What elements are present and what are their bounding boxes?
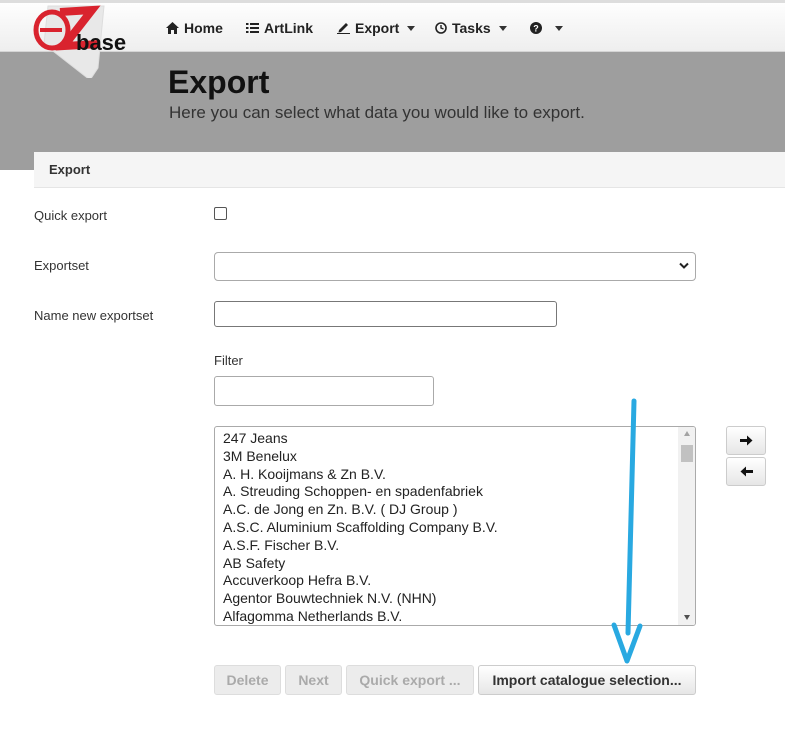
quick-export-checkbox[interactable] bbox=[214, 207, 227, 220]
quick-export-label: Quick export bbox=[34, 208, 107, 223]
list-item[interactable]: A.C. de Jong en Zn. B.V. ( DJ Group ) bbox=[223, 501, 498, 519]
list-item[interactable]: AB Safety bbox=[223, 555, 498, 573]
page-subtitle: Here you can select what data you would … bbox=[169, 103, 585, 122]
list-item[interactable]: A.S.F. Fischer B.V. bbox=[223, 537, 498, 555]
name-new-exportset-label: Name new exportset bbox=[34, 308, 154, 323]
import-catalogue-selection-button[interactable]: Import catalogue selection... bbox=[478, 665, 696, 695]
panel-header: Export bbox=[34, 152, 785, 188]
list-item[interactable]: 3M Benelux bbox=[223, 448, 498, 466]
nav-artlink[interactable]: ArtLink bbox=[246, 19, 313, 37]
nav-help[interactable]: ? bbox=[530, 19, 563, 37]
nav-export-label: Export bbox=[355, 20, 400, 36]
nav-tasks-label: Tasks bbox=[452, 20, 491, 36]
name-new-exportset-input[interactable] bbox=[214, 301, 557, 327]
move-right-button[interactable] bbox=[726, 426, 766, 455]
nav-tasks[interactable]: Tasks bbox=[435, 19, 507, 37]
chevron-down-icon bbox=[407, 25, 416, 31]
clock-icon bbox=[435, 22, 447, 34]
exportset-label: Exportset bbox=[34, 258, 89, 273]
arrow-right-icon bbox=[739, 435, 752, 446]
exportset-select[interactable] bbox=[214, 252, 696, 281]
list-item[interactable]: A. H. Kooijmans & Zn B.V. bbox=[223, 466, 498, 484]
list-item[interactable]: Alfagomma Netherlands B.V. bbox=[223, 608, 498, 625]
list-item[interactable]: 247 Jeans bbox=[223, 430, 498, 448]
filter-input[interactable] bbox=[214, 376, 434, 406]
move-left-button[interactable] bbox=[726, 457, 766, 486]
nav-home-label: Home bbox=[184, 20, 223, 36]
help-icon: ? bbox=[530, 22, 542, 34]
arrow-left-icon bbox=[740, 466, 753, 477]
list-item[interactable]: Accuverkoop Hefra B.V. bbox=[223, 572, 498, 590]
list-item[interactable]: A.S.C. Aluminium Scaffolding Company B.V… bbox=[223, 519, 498, 537]
logo-text: base bbox=[76, 30, 126, 55]
list-item[interactable]: A. Streuding Schoppen- en spadenfabriek bbox=[223, 483, 498, 501]
nav-export[interactable]: Export bbox=[337, 19, 416, 37]
chevron-down-icon bbox=[679, 262, 689, 269]
nav-artlink-label: ArtLink bbox=[264, 20, 313, 36]
page-title: Export bbox=[168, 64, 270, 100]
list-item[interactable]: Agentor Bouwtechniek N.V. (NHN) bbox=[223, 590, 498, 608]
home-icon bbox=[166, 22, 179, 34]
company-listbox[interactable]: 247 Jeans 3M Benelux A. H. Kooijmans & Z… bbox=[214, 426, 696, 626]
delete-button[interactable]: Delete bbox=[214, 665, 281, 695]
quick-export-button[interactable]: Quick export ... bbox=[346, 665, 474, 695]
filter-label: Filter bbox=[214, 353, 243, 368]
chevron-down-icon bbox=[498, 25, 507, 31]
scroll-down-icon[interactable] bbox=[684, 615, 690, 620]
scroll-up-icon[interactable] bbox=[684, 431, 690, 436]
export-icon bbox=[337, 23, 350, 34]
list-icon bbox=[246, 23, 259, 33]
ezbase-logo[interactable]: base bbox=[30, 4, 135, 81]
panel-title: Export bbox=[49, 162, 91, 177]
nav-home[interactable]: Home bbox=[166, 19, 223, 37]
scroll-thumb[interactable] bbox=[681, 445, 693, 462]
listbox-scrollbar[interactable] bbox=[678, 427, 695, 625]
company-list: 247 Jeans 3M Benelux A. H. Kooijmans & Z… bbox=[223, 430, 498, 625]
next-button[interactable]: Next bbox=[285, 665, 342, 695]
svg-text:?: ? bbox=[533, 24, 539, 34]
chevron-down-icon bbox=[555, 25, 563, 31]
